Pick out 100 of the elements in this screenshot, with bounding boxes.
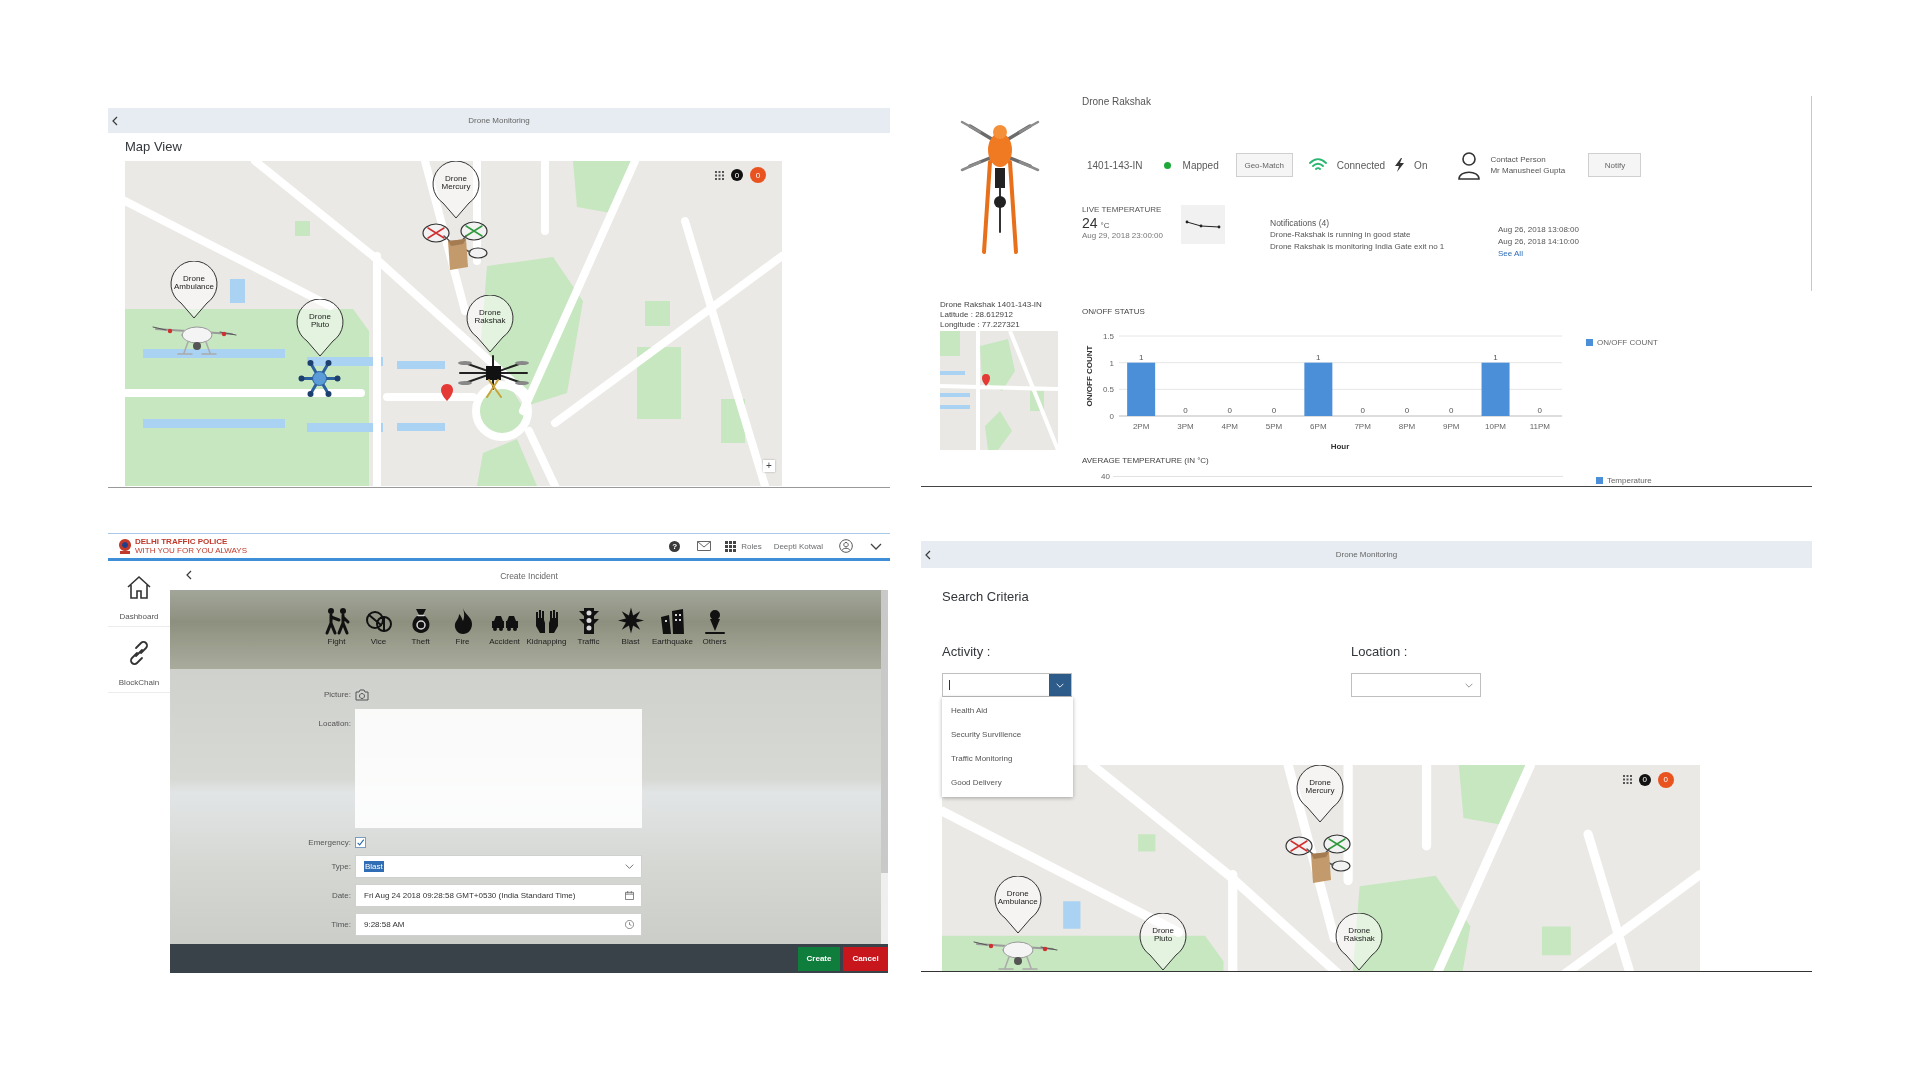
- incident-type-button[interactable]: Traffic: [567, 607, 610, 647]
- see-all-link[interactable]: See All: [1498, 248, 1523, 260]
- time-field[interactable]: 9:28:58 AM: [355, 913, 642, 936]
- incident-type-button[interactable]: Kidnapping: [525, 607, 568, 647]
- bar-value-label: 1: [1493, 352, 1498, 362]
- category-label: 6PM: [1310, 422, 1327, 431]
- type-select[interactable]: Blast: [355, 855, 642, 878]
- clock-icon[interactable]: [625, 920, 634, 929]
- roles-button[interactable]: Roles: [725, 540, 762, 552]
- dropdown-option[interactable]: Health Aid: [942, 699, 1073, 723]
- bar-value-label: 0: [1404, 406, 1410, 415]
- drone-map-marker[interactable]: Drone Mercury: [1295, 765, 1346, 823]
- notifications-title: Notifications (4): [1270, 218, 1331, 229]
- field-label: Location :: [1351, 644, 1408, 659]
- mail-icon[interactable]: [697, 541, 712, 551]
- date-field[interactable]: Fri Aug 24 2018 09:28:58 GMT+0530 (India Standard Time): [355, 884, 642, 907]
- temperature-unit: °C: [1100, 221, 1110, 230]
- bar-value-label: 0: [1227, 406, 1232, 415]
- form-label: Location:: [318, 719, 351, 728]
- drone-map-marker[interactable]: Drone Rakshak: [1334, 913, 1385, 971]
- dropdown-option[interactable]: Traffic Monitoring: [942, 747, 1073, 771]
- form-label: Time:: [331, 920, 351, 929]
- location-field[interactable]: [355, 709, 642, 828]
- police-emblem-icon: [118, 538, 132, 554]
- tick-label: 1.5: [1102, 332, 1114, 341]
- tick-label: 40: [1101, 471, 1110, 481]
- cargo-drone-icon[interactable]: [422, 219, 490, 271]
- notification-time: Aug 26, 2018 14:10:00: [1498, 236, 1579, 248]
- camera-icon[interactable]: [355, 688, 369, 701]
- x-axis-title: Hour: [1330, 442, 1350, 451]
- category-label: 10PM: [1485, 422, 1506, 431]
- incident-type-button[interactable]: Fire: [441, 607, 484, 647]
- drone-title: Drone Rakshak: [1082, 96, 1151, 108]
- drone-map-marker[interactable]: Drone Pluto: [295, 299, 345, 357]
- incident-type-button[interactable]: Theft: [399, 607, 442, 647]
- incident-type-button[interactable]: Accident: [483, 607, 526, 647]
- bar-value-label: 0: [1360, 406, 1365, 415]
- chevron-down-icon[interactable]: [870, 542, 882, 550]
- dropdown-field[interactable]: [942, 673, 1072, 697]
- dropdown-field[interactable]: [1351, 673, 1481, 697]
- longitude-text: Longitude : 77.227321: [940, 320, 1021, 330]
- buildings-icon: [658, 607, 687, 635]
- category-label: 5PM: [1265, 422, 1283, 431]
- create-button[interactable]: Create: [798, 946, 840, 971]
- scrollbar[interactable]: [881, 590, 888, 944]
- chart-title: ON/OFF STATUS: [1082, 306, 1145, 318]
- incident-type-button[interactable]: Vice: [357, 607, 400, 647]
- status-dot-icon: [1163, 161, 1171, 169]
- grid-icon[interactable]: [715, 170, 724, 180]
- help-button[interactable]: ?: [669, 540, 681, 552]
- back-icon[interactable]: [186, 570, 192, 580]
- category-label: 3PM: [1177, 422, 1194, 431]
- bar-value-label: 0: [1537, 406, 1543, 415]
- drone-map-marker[interactable]: Drone Mercury: [431, 161, 481, 219]
- dropdown-option[interactable]: Good Delivery: [942, 771, 1073, 795]
- hexacopter-icon[interactable]: [297, 357, 342, 400]
- form-label: Picture:: [323, 690, 351, 699]
- chart-bar: [1304, 362, 1333, 416]
- page-heading: Map View: [124, 138, 183, 156]
- chevron-down-icon: [1465, 682, 1473, 688]
- grid-icon: [725, 540, 737, 552]
- incident-type-button[interactable]: Others: [693, 607, 736, 647]
- power-status: On: [1414, 159, 1428, 171]
- legend-label: ON/OFF COUNT: [1597, 338, 1658, 347]
- cancel-button[interactable]: Cancel: [843, 946, 888, 971]
- category-label: 8PM: [1398, 422, 1416, 431]
- incident-type-button[interactable]: Blast: [609, 607, 652, 647]
- incident-type-button[interactable]: Earthquake: [651, 607, 694, 647]
- back-icon[interactable]: [112, 116, 118, 126]
- legend-label: Temperature: [1606, 475, 1652, 485]
- back-icon[interactable]: [925, 550, 931, 560]
- drone-map-marker[interactable]: Drone Ambulance: [992, 876, 1043, 934]
- screen-title: Drone Monitoring: [468, 116, 530, 125]
- chevron-down-icon: [1056, 682, 1064, 688]
- drone-map-marker[interactable]: Drone Pluto: [1138, 913, 1189, 971]
- geo-match-button[interactable]: Geo-Match: [1235, 153, 1293, 177]
- category-label: 7PM: [1354, 422, 1371, 431]
- notify-button[interactable]: Notify: [1588, 153, 1642, 177]
- drone-map-marker[interactable]: Drone Rakshak: [465, 295, 515, 353]
- octocopter-icon[interactable]: [457, 353, 530, 398]
- user-icon[interactable]: [839, 539, 853, 553]
- cargo-drone-icon[interactable]: [1284, 831, 1353, 884]
- starburst-icon: [616, 607, 645, 635]
- location-title: Drone Rakshak 1401-143-IN: [940, 300, 1043, 310]
- calendar-icon[interactable]: [625, 891, 634, 900]
- emergency-checkbox[interactable]: [355, 836, 366, 848]
- form-label: Type:: [331, 862, 351, 871]
- swatch-icon: [1595, 476, 1603, 484]
- incident-type-button[interactable]: Fight: [315, 607, 358, 647]
- dropdown-option[interactable]: Security Survillence: [942, 723, 1073, 747]
- chart-title: AVERAGE TEMPERATURE (IN °C): [1082, 455, 1209, 466]
- logo-tagline: WITH YOU FOR YOU ALWAYS: [135, 546, 247, 555]
- notification-message: Drone Rakshak is monitoring India Gate exit no 1: [1270, 241, 1446, 253]
- zoom-in-button[interactable]: +: [763, 460, 775, 472]
- drone-map-marker[interactable]: Drone Ambulance: [169, 261, 219, 319]
- page-heading: Search Criteria: [942, 589, 1029, 604]
- drone-id: 1401-143-IN: [1087, 159, 1143, 171]
- grid-icon[interactable]: [1622, 775, 1632, 785]
- form-label: Date:: [331, 891, 351, 900]
- notification-message: Drone-Rakshak is running in good state: [1270, 229, 1412, 241]
